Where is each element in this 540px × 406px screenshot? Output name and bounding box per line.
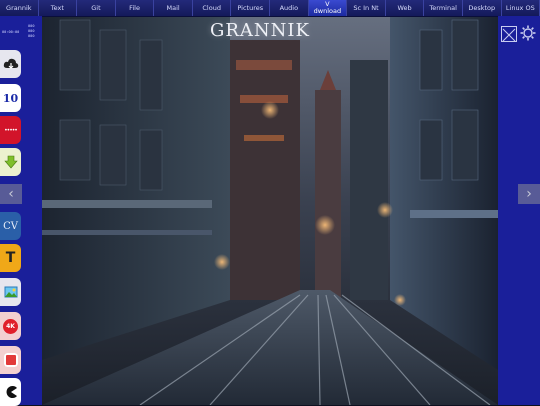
- tab-git[interactable]: Git: [77, 0, 116, 16]
- clock-date: 000 000 000: [28, 24, 35, 39]
- tab-mail[interactable]: Mail: [154, 0, 193, 16]
- tab-desktop[interactable]: Desktop: [463, 0, 502, 16]
- text-t-button[interactable]: T: [0, 244, 21, 272]
- close-window-button[interactable]: [501, 26, 517, 42]
- calendar-10-button[interactable]: 10: [0, 84, 21, 112]
- pacman-button[interactable]: [0, 378, 21, 406]
- download-arrow-button[interactable]: [0, 148, 21, 176]
- tab-grannik[interactable]: Grannik: [0, 0, 39, 16]
- chevron-left-icon: ‹: [8, 186, 14, 202]
- settings-button[interactable]: [520, 25, 536, 41]
- calendar-icon: 10: [2, 91, 19, 105]
- cv-button[interactable]: CV: [0, 212, 21, 240]
- next-arrow-button[interactable]: ›: [518, 184, 540, 204]
- download-arrow-icon: [3, 155, 18, 169]
- left-sidebar: 00:00:00 000 000 000 10 ••••• ‹ CV T 4K: [0, 16, 42, 406]
- tab-text[interactable]: Text: [39, 0, 78, 16]
- image-icon: [4, 286, 17, 298]
- cloud-download-button[interactable]: [0, 50, 21, 78]
- chevron-right-icon: ›: [526, 186, 532, 202]
- tab-linux-os[interactable]: Linux OS: [502, 0, 540, 16]
- cloud-download-icon: [3, 58, 18, 69]
- app-icon: [3, 353, 18, 367]
- pacman-icon: [6, 386, 17, 398]
- tab-pictures[interactable]: Pictures: [231, 0, 271, 16]
- tab-web[interactable]: Web: [386, 0, 425, 16]
- dots-button[interactable]: •••••: [0, 116, 21, 144]
- tab-terminal[interactable]: Terminal: [424, 0, 463, 16]
- cv-icon: CV: [3, 220, 18, 232]
- tab-audio[interactable]: Audio: [270, 0, 309, 16]
- app-button[interactable]: [0, 346, 21, 374]
- top-menu-bar: Grannik Text Git File Mail Cloud Picture…: [0, 0, 540, 17]
- gear-icon: [520, 25, 536, 41]
- close-icon: [502, 28, 516, 42]
- tab-sc-in-nt[interactable]: Sc In Nt: [347, 0, 386, 16]
- dots-icon: •••••: [4, 126, 18, 134]
- clock-date-line: 000: [28, 34, 35, 38]
- 4k-button[interactable]: 4K: [0, 312, 21, 340]
- 4k-icon: 4K: [3, 318, 18, 334]
- background-cityscape: [0, 0, 540, 405]
- text-t-icon: T: [5, 250, 16, 266]
- tab-cloud[interactable]: Cloud: [193, 0, 232, 16]
- clock-date-line: 000: [28, 24, 35, 28]
- clock: 00:00:00 000 000 000: [2, 24, 40, 42]
- tab-video-download[interactable]: V dwnload: [308, 0, 348, 16]
- previous-arrow-button[interactable]: ‹: [0, 184, 22, 204]
- image-button[interactable]: [0, 278, 21, 306]
- clock-date-line: 000: [28, 29, 35, 33]
- right-sidebar: ›: [498, 16, 540, 405]
- tab-file[interactable]: File: [116, 0, 155, 16]
- clock-time: 00:00:00: [2, 30, 20, 34]
- page-title: GRANNIK: [210, 20, 310, 41]
